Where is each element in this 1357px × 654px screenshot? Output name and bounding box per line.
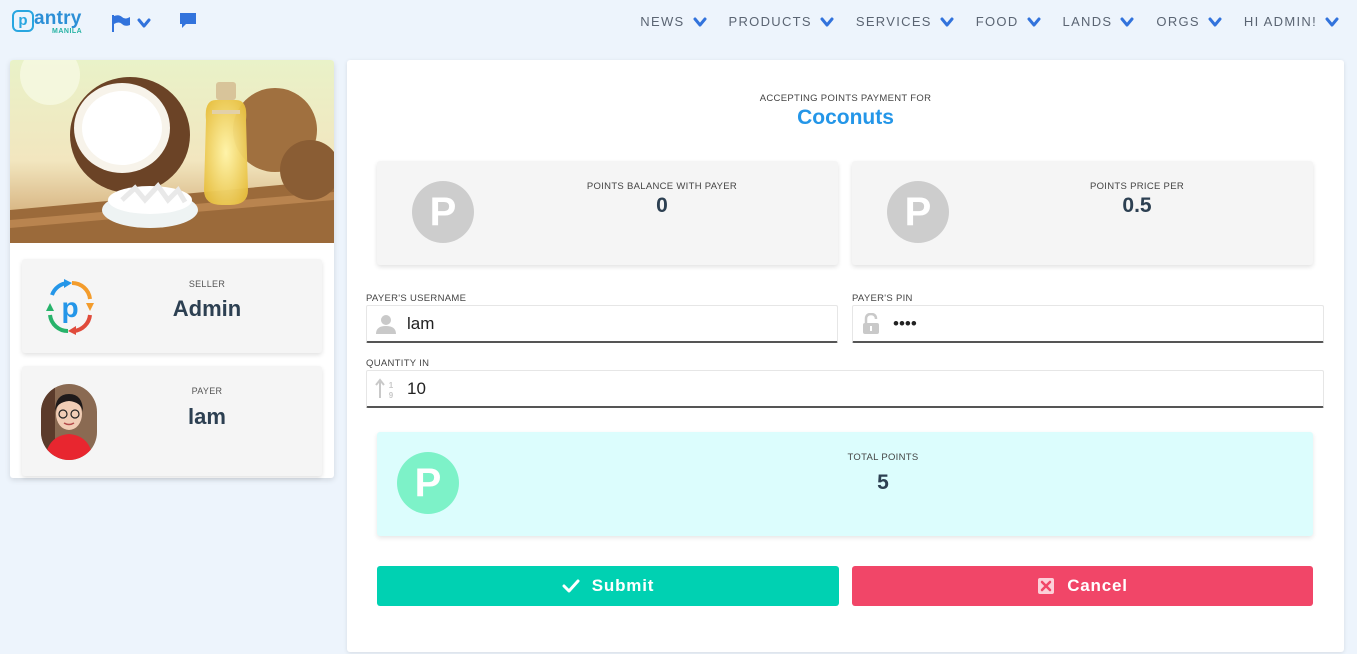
nav-item-label: NEWS [640,14,685,29]
username-input[interactable] [407,312,827,336]
nav-item-label: PRODUCTS [728,14,812,29]
total-points-card: P TOTAL POINTS 5 [377,432,1313,536]
payer-card: PAYER lam [22,366,322,476]
pin-input[interactable] [893,312,1313,336]
svg-text:9: 9 [389,391,394,400]
sort-numeric-icon: 1 9 [375,378,394,400]
nav-item-orgs[interactable]: ORGS [1156,14,1222,29]
chevron-down-icon [1027,17,1041,26]
brand-logo-sub: MANILA [52,28,83,35]
quantity-input[interactable] [407,377,1313,401]
nav-item-label: ORGS [1156,14,1200,29]
nav-item-news[interactable]: NEWS [640,14,706,29]
total-points-value: 5 [877,471,889,494]
quantity-label: QUANTITY IN [366,358,430,369]
username-field [366,305,838,343]
svg-text:p: p [61,292,78,323]
payer-avatar [41,384,97,460]
cancel-label: Cancel [1067,576,1128,595]
seller-label: SELLER [188,279,226,289]
nav-item-lands[interactable]: LANDS [1063,14,1135,29]
nav-menu: NEWS PRODUCTS SERVICES FOOD LANDS ORGS H… [618,14,1339,29]
username-label: PAYER'S USERNAME [366,293,467,304]
nav-item-products[interactable]: PRODUCTS [729,14,834,29]
payment-panel: ACCEPTING POINTS PAYMENT FOR Coconuts P … [347,60,1344,652]
total-points-label: TOTAL POINTS [847,452,919,463]
user-icon [376,315,396,334]
product-image [10,60,334,243]
seller-card: p SELLER Admin [22,259,322,353]
quantity-field: 1 9 [366,370,1324,408]
top-navbar: p antry MANILA NEWS PRODUCTS SERVICES FO… [0,0,1357,48]
cancel-button[interactable]: Cancel [852,566,1313,606]
points-balance-value: 0 [656,194,668,217]
pantry-logo-icon: p [46,279,94,335]
brand-logo-word: antry [34,8,82,29]
submit-button[interactable]: Submit [377,566,839,606]
submit-label: Submit [591,576,655,595]
brand-logo[interactable]: p antry MANILA [12,8,88,36]
points-price-card: P POINTS PRICE PER 0.5 [852,161,1313,265]
pin-field [852,305,1324,343]
product-summary-panel: p SELLER Admin PAYER lam [10,60,334,478]
nav-item-user-menu[interactable]: HI ADMIN! [1244,14,1339,29]
chevron-down-icon [820,17,834,26]
points-balance-card: P POINTS BALANCE WITH PAYER 0 [377,161,838,265]
points-price-label: POINTS PRICE PER [1089,181,1184,192]
payer-name: lam [188,404,226,429]
chevron-down-icon [1208,17,1222,26]
check-icon [562,579,580,593]
svg-text:1: 1 [389,381,394,390]
chevron-down-icon [693,17,706,26]
close-box-icon [1038,578,1055,594]
pin-label: PAYER'S PIN [852,293,913,304]
nav-item-label: FOOD [975,14,1019,29]
nav-item-label: LANDS [1062,14,1113,29]
payer-label: PAYER [191,386,223,396]
seller-name: Admin [172,296,242,321]
points-price-value: 0.5 [1122,194,1152,217]
points-icon: P [397,452,459,514]
chevron-down-icon [1325,17,1339,26]
product-title: Coconuts [797,106,894,129]
unlock-icon [863,313,879,334]
points-icon: P [887,181,949,243]
brand-logo-mark: p [12,10,34,32]
accept-payment-label: ACCEPTING POINTS PAYMENT FOR [759,93,932,104]
nav-item-label: HI ADMIN! [1243,14,1317,29]
nav-item-services[interactable]: SERVICES [856,14,954,29]
nav-item-label: SERVICES [855,14,932,29]
points-balance-label: POINTS BALANCE WITH PAYER [586,181,738,192]
points-icon: P [412,181,474,243]
nav-item-food[interactable]: FOOD [976,14,1041,29]
chevron-down-icon [940,17,954,26]
chat-icon[interactable] [179,12,197,30]
flag-icon[interactable] [111,14,131,32]
chevron-down-icon[interactable] [137,16,151,30]
chevron-down-icon [1120,17,1134,26]
